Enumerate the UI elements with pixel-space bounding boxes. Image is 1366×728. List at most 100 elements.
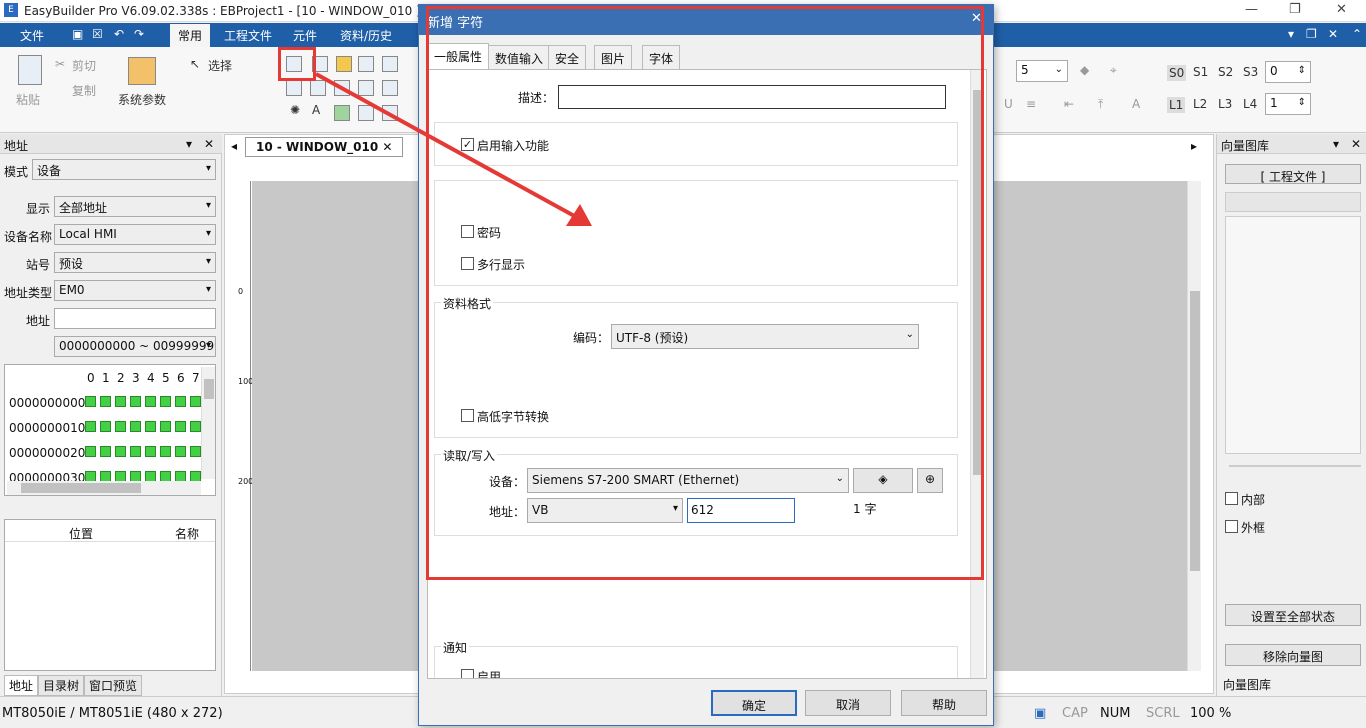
bit-cell[interactable] [85,396,96,407]
undo-icon[interactable]: ↶ [114,27,124,41]
grid-h-scrollbar[interactable] [7,481,201,495]
address-input[interactable] [54,308,216,329]
underline-icon[interactable]: U [1004,97,1013,111]
layer-l1[interactable]: L1 [1167,97,1186,113]
system-params-label[interactable]: 系统参数 [118,91,166,108]
valign-icon[interactable]: ⤒ [1098,97,1103,112]
font-size-select[interactable]: 5 ⌄ [1016,60,1068,82]
layer-l2[interactable]: L2 [1193,97,1207,111]
text-icon[interactable]: A [312,103,320,117]
number-display-icon[interactable] [382,56,398,72]
device-name-select[interactable]: Local HMI ▾ [54,224,216,245]
layer-l3[interactable]: L3 [1218,97,1232,111]
bit-cell[interactable] [145,446,156,457]
table-icon[interactable] [286,80,302,96]
font-color-icon[interactable]: A [1132,97,1140,111]
save-icon[interactable]: ▣ [72,27,83,41]
panel-close-icon[interactable]: ✕ [204,137,214,151]
mode-select[interactable]: 设备 ▾ [32,159,216,180]
tab-address[interactable]: 地址 [4,675,39,696]
bit-cell[interactable] [160,421,171,432]
fill-icon[interactable]: ◆ [1080,63,1089,77]
tab-tree[interactable]: 目录树 [38,675,85,696]
menu-file[interactable]: 文件 [20,27,44,44]
sparkle-icon[interactable]: ✺ [290,103,300,117]
ribbon-collapse-icon[interactable]: ▾ [1288,27,1294,41]
bit-cell[interactable] [190,396,201,407]
layer-l4[interactable]: L4 [1243,97,1257,111]
project-files-button[interactable]: [ 工程文件 ] [1225,164,1361,184]
cancel-button[interactable]: 取消 [805,690,891,716]
menu-data-history[interactable]: 资料/历史 [340,27,392,44]
bit-cell[interactable] [100,421,111,432]
vector-slider[interactable] [1229,465,1361,467]
bit-cell[interactable] [130,446,141,457]
cut-label[interactable]: 剪切 [72,57,96,74]
menu-objects[interactable]: 元件 [293,27,317,44]
doc-restore-icon[interactable]: ❐ [1306,27,1317,41]
bit-cell[interactable] [160,396,171,407]
paste-icon[interactable] [18,55,42,85]
state-s1[interactable]: S1 [1193,65,1208,79]
vector-bottom-tab[interactable]: 向量图库 [1223,676,1271,693]
wave-icon[interactable] [358,80,374,96]
remove-vector-button[interactable]: 移除向量图 [1225,644,1361,666]
display-select[interactable]: 全部地址 ▾ [54,196,216,217]
tab-next-icon[interactable]: ▸ [1191,139,1197,153]
vector-panel-menu-icon[interactable]: ▾ [1333,137,1339,151]
list-header-position[interactable]: 位置 [69,525,93,542]
cursor-icon[interactable]: ↖ [190,57,200,71]
bit-cell[interactable] [130,396,141,407]
state-s2[interactable]: S2 [1218,65,1233,79]
bit-cell[interactable] [115,396,126,407]
bit-cell[interactable] [175,396,186,407]
line-icon[interactable] [334,80,350,96]
paste-label[interactable]: 粘贴 [16,91,40,108]
grid-scrollbar[interactable] [201,367,215,479]
state-s-spinner[interactable]: 0 ⇕ [1265,61,1311,83]
menu-project[interactable]: 工程文件 [224,27,272,44]
bit-cell[interactable] [190,421,201,432]
traffic-light-icon[interactable] [336,56,352,72]
canvas-v-scrollbar[interactable] [1187,181,1201,671]
bit-cell[interactable] [175,446,186,457]
copy-label[interactable]: 复制 [72,82,96,99]
bit-cell[interactable] [85,421,96,432]
document-tab[interactable]: 10 - WINDOW_010 ✕ [245,137,404,157]
label-icon[interactable] [310,80,326,96]
layer-l-spinner[interactable]: 1 ⇕ [1265,93,1311,115]
status-save-icon[interactable]: ▣ [1034,706,1046,721]
station-select[interactable]: 预设 ▾ [54,252,216,273]
bit-cell[interactable] [115,446,126,457]
numeric-icon[interactable] [358,56,374,72]
range-select[interactable]: 0000000000 ~ 0099999999 ▾ [54,336,216,357]
addr-type-select[interactable]: EM0 ▾ [54,280,216,301]
bit-cell[interactable] [100,446,111,457]
minimize-icon[interactable]: — [1245,2,1258,17]
state-s0[interactable]: S0 [1167,65,1187,81]
bit-cell[interactable] [115,421,126,432]
menu-common[interactable]: 常用 [170,24,211,47]
bit-cell[interactable] [130,421,141,432]
panel-menu-icon[interactable]: ▾ [186,137,192,151]
list-header-name[interactable]: 名称 [175,525,199,542]
bit-cell[interactable] [160,446,171,457]
bit-cell[interactable] [145,421,156,432]
redo-icon[interactable]: ↷ [134,27,144,41]
set-all-states-button[interactable]: 设置至全部状态 [1225,604,1361,626]
picture-icon[interactable] [334,105,350,121]
inner-checkbox[interactable] [1225,492,1238,505]
connector-icon[interactable] [382,80,398,96]
vector-filter[interactable] [1225,192,1361,212]
rect-icon[interactable] [358,105,374,121]
close-project-icon[interactable]: ☒ [92,27,103,41]
select-label[interactable]: 选择 [208,57,232,74]
align-icon[interactable]: ≡ [1026,97,1036,111]
doc-close-icon[interactable]: ✕ [1328,27,1338,41]
bit-cell[interactable] [190,446,201,457]
frame-checkbox[interactable] [1225,520,1238,533]
tab-prev-icon[interactable]: ◂ [231,139,237,153]
notify-enable-checkbox[interactable] [461,669,474,678]
ok-button[interactable]: 确定 [711,690,797,716]
format-painter-icon[interactable]: ⌖ [1110,63,1117,78]
